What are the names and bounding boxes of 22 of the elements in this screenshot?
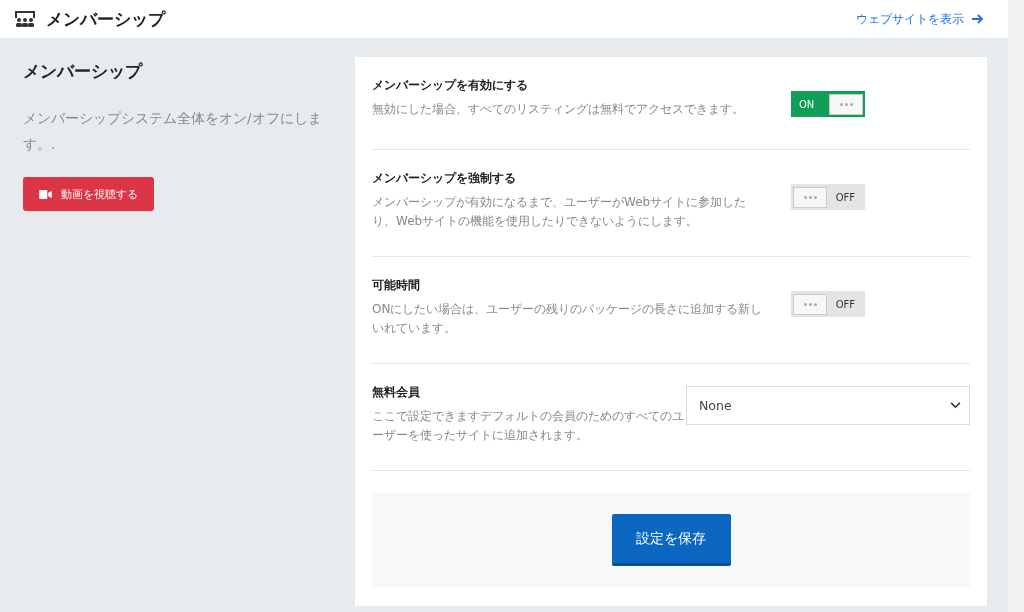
page-title: メンバーシップ	[46, 7, 165, 31]
toggle-switch[interactable]: OFF	[791, 291, 865, 317]
video-camera-icon	[39, 189, 52, 199]
setting-title: 無料会員	[372, 384, 421, 401]
select-field[interactable]: None	[686, 386, 970, 425]
chevron-down-icon	[950, 402, 961, 409]
setting-title: メンバーシップを強制する	[372, 170, 517, 187]
toggle-switch[interactable]: OFF	[791, 184, 865, 210]
toggle-switch[interactable]: ON	[791, 91, 865, 117]
setting-title: メンバーシップを有効にする	[372, 77, 529, 94]
section-title: メンバーシップ	[23, 60, 144, 83]
view-website-link[interactable]: ウェブサイトを表示	[856, 10, 984, 28]
people-group-icon	[14, 10, 36, 28]
setting-title: 可能時間	[372, 277, 421, 294]
setting-description: 無効にした場合、すべてのリスティングは無料でアクセスできます。	[372, 101, 745, 118]
section-description: メンバーシップシステム全体をオン/オフにします。.	[23, 109, 323, 154]
arrow-right-icon	[972, 14, 984, 24]
setting-description: ここで設定できますデフォルトの会員のためのすべてのユーザーを使ったサイトに追加されます。	[372, 408, 685, 444]
setting-description: ONにしたい場合は、ユーザーの残りのパッケージの長さに追加する新しいれています。	[372, 301, 764, 337]
watch-video-button[interactable]: 動画を視聴する	[23, 177, 154, 211]
setting-description: メンバーシップが有効になるまで、ユーザーがWebサイトに参加したり、Webサイトの機能を使用したりできないようにします。	[372, 194, 748, 230]
save-settings-button[interactable]: 設定を保存	[611, 514, 731, 566]
